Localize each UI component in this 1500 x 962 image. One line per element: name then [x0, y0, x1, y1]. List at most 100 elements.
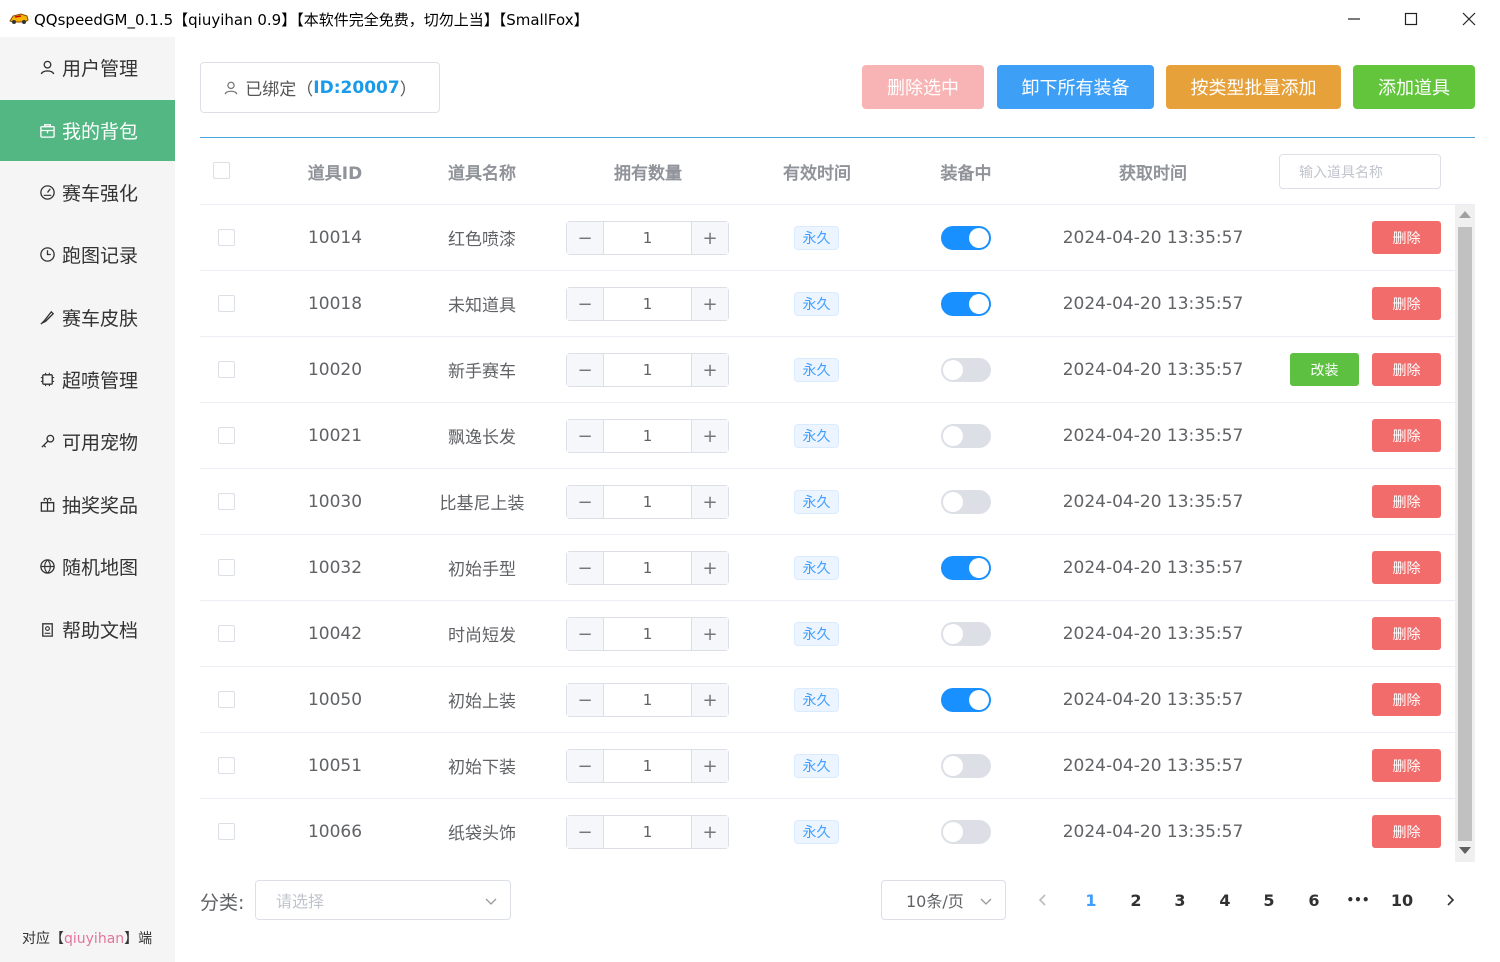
- page-6-button[interactable]: 6: [1299, 880, 1329, 920]
- quantity-stepper[interactable]: −1 +: [566, 485, 729, 519]
- close-button[interactable]: [1441, 0, 1497, 37]
- equipped-toggle[interactable]: [941, 556, 991, 580]
- row-checkbox[interactable]: [218, 757, 235, 774]
- increase-button[interactable]: +: [691, 816, 728, 848]
- increase-button[interactable]: +: [691, 486, 728, 518]
- decrease-button[interactable]: −: [567, 354, 604, 386]
- delete-button[interactable]: 删除: [1372, 353, 1441, 386]
- decrease-button[interactable]: −: [567, 222, 604, 254]
- equipped-toggle[interactable]: [941, 820, 991, 844]
- quantity-value[interactable]: 1: [604, 552, 691, 584]
- quantity-stepper[interactable]: −1 +: [566, 617, 729, 651]
- sidebar-item-available-pets[interactable]: 可用宠物: [0, 411, 175, 472]
- row-checkbox[interactable]: [218, 427, 235, 444]
- sidebar-item-run-records[interactable]: 跑图记录: [0, 224, 175, 285]
- page-3-button[interactable]: 3: [1165, 880, 1195, 920]
- decrease-button[interactable]: −: [567, 618, 604, 650]
- increase-button[interactable]: +: [691, 420, 728, 452]
- delete-selected-button[interactable]: 删除选中: [862, 65, 984, 109]
- modify-button[interactable]: 改装: [1290, 353, 1359, 386]
- increase-button[interactable]: +: [691, 618, 728, 650]
- quantity-value[interactable]: 1: [604, 618, 691, 650]
- minimize-button[interactable]: [1326, 0, 1382, 37]
- page-size-select[interactable]: 10条/页: [881, 880, 1006, 920]
- sidebar-item-random-map[interactable]: 随机地图: [0, 536, 175, 597]
- decrease-button[interactable]: −: [567, 288, 604, 320]
- category-select[interactable]: 请选择: [255, 880, 511, 920]
- row-checkbox[interactable]: [218, 229, 235, 246]
- next-page-button[interactable]: [1435, 880, 1465, 920]
- decrease-button[interactable]: −: [567, 552, 604, 584]
- row-checkbox[interactable]: [218, 295, 235, 312]
- increase-button[interactable]: +: [691, 222, 728, 254]
- quantity-stepper[interactable]: −1 +: [566, 287, 729, 321]
- delete-button[interactable]: 删除: [1372, 485, 1441, 518]
- quantity-stepper[interactable]: −1 +: [566, 815, 729, 849]
- increase-button[interactable]: +: [691, 552, 728, 584]
- increase-button[interactable]: +: [691, 354, 728, 386]
- quantity-stepper[interactable]: −1 +: [566, 419, 729, 453]
- sidebar-item-car-skins[interactable]: 赛车皮肤: [0, 287, 175, 348]
- equipped-toggle[interactable]: [941, 424, 991, 448]
- sidebar-item-car-upgrade[interactable]: 赛车强化: [0, 162, 175, 223]
- decrease-button[interactable]: −: [567, 750, 604, 782]
- increase-button[interactable]: +: [691, 684, 728, 716]
- quantity-stepper[interactable]: −1 +: [566, 749, 729, 783]
- equipped-toggle[interactable]: [941, 226, 991, 250]
- page-4-button[interactable]: 4: [1210, 880, 1240, 920]
- equipped-toggle[interactable]: [941, 292, 991, 316]
- quantity-stepper[interactable]: −1 +: [566, 683, 729, 717]
- page-1-button[interactable]: 1: [1076, 880, 1106, 920]
- sidebar-item-help-docs[interactable]: 帮助文档: [0, 599, 175, 660]
- scrollbar-thumb[interactable]: [1458, 227, 1472, 841]
- decrease-button[interactable]: −: [567, 420, 604, 452]
- item-name-search-input[interactable]: 输入道具名称: [1279, 154, 1441, 189]
- quantity-value[interactable]: 1: [604, 486, 691, 518]
- maximize-button[interactable]: [1383, 0, 1439, 37]
- delete-button[interactable]: 删除: [1372, 749, 1441, 782]
- add-item-button[interactable]: 添加道具: [1353, 65, 1475, 109]
- quantity-value[interactable]: 1: [604, 288, 691, 320]
- delete-button[interactable]: 删除: [1372, 287, 1441, 320]
- delete-button[interactable]: 删除: [1372, 221, 1441, 254]
- table-scrollbar[interactable]: [1455, 205, 1475, 862]
- sidebar-item-my-bag[interactable]: 我的背包: [0, 100, 175, 161]
- equipped-toggle[interactable]: [941, 688, 991, 712]
- quantity-value[interactable]: 1: [604, 684, 691, 716]
- decrease-button[interactable]: −: [567, 816, 604, 848]
- page-5-button[interactable]: 5: [1254, 880, 1284, 920]
- more-pages-button[interactable]: •••: [1343, 880, 1373, 920]
- quantity-stepper[interactable]: −1 +: [566, 221, 729, 255]
- sidebar-item-lottery-prizes[interactable]: 抽奖奖品: [0, 474, 175, 535]
- page-2-button[interactable]: 2: [1121, 880, 1151, 920]
- unequip-all-button[interactable]: 卸下所有装备: [997, 65, 1154, 109]
- row-checkbox[interactable]: [218, 691, 235, 708]
- increase-button[interactable]: +: [691, 288, 728, 320]
- quantity-stepper[interactable]: −1 +: [566, 551, 729, 585]
- quantity-value[interactable]: 1: [604, 354, 691, 386]
- decrease-button[interactable]: −: [567, 486, 604, 518]
- delete-button[interactable]: 删除: [1372, 617, 1441, 650]
- delete-button[interactable]: 删除: [1372, 551, 1441, 584]
- quantity-value[interactable]: 1: [604, 222, 691, 254]
- equipped-toggle[interactable]: [941, 358, 991, 382]
- scroll-down-icon[interactable]: [1459, 847, 1471, 854]
- equipped-toggle[interactable]: [941, 490, 991, 514]
- equipped-toggle[interactable]: [941, 622, 991, 646]
- quantity-stepper[interactable]: −1 +: [566, 353, 729, 387]
- prev-page-button[interactable]: [1028, 880, 1058, 920]
- sidebar-item-user-management[interactable]: 用户管理: [0, 37, 175, 98]
- equipped-toggle[interactable]: [941, 754, 991, 778]
- select-all-checkbox[interactable]: [213, 162, 230, 179]
- batch-add-by-type-button[interactable]: 按类型批量添加: [1166, 65, 1341, 109]
- bind-status[interactable]: 已绑定 （ ID:20007 ）: [200, 62, 440, 113]
- row-checkbox[interactable]: [218, 625, 235, 642]
- delete-button[interactable]: 删除: [1372, 419, 1441, 452]
- sidebar-item-boost-management[interactable]: 超喷管理: [0, 349, 175, 410]
- decrease-button[interactable]: −: [567, 684, 604, 716]
- row-checkbox[interactable]: [218, 361, 235, 378]
- row-checkbox[interactable]: [218, 823, 235, 840]
- delete-button[interactable]: 删除: [1372, 683, 1441, 716]
- row-checkbox[interactable]: [218, 493, 235, 510]
- scroll-up-icon[interactable]: [1459, 211, 1471, 218]
